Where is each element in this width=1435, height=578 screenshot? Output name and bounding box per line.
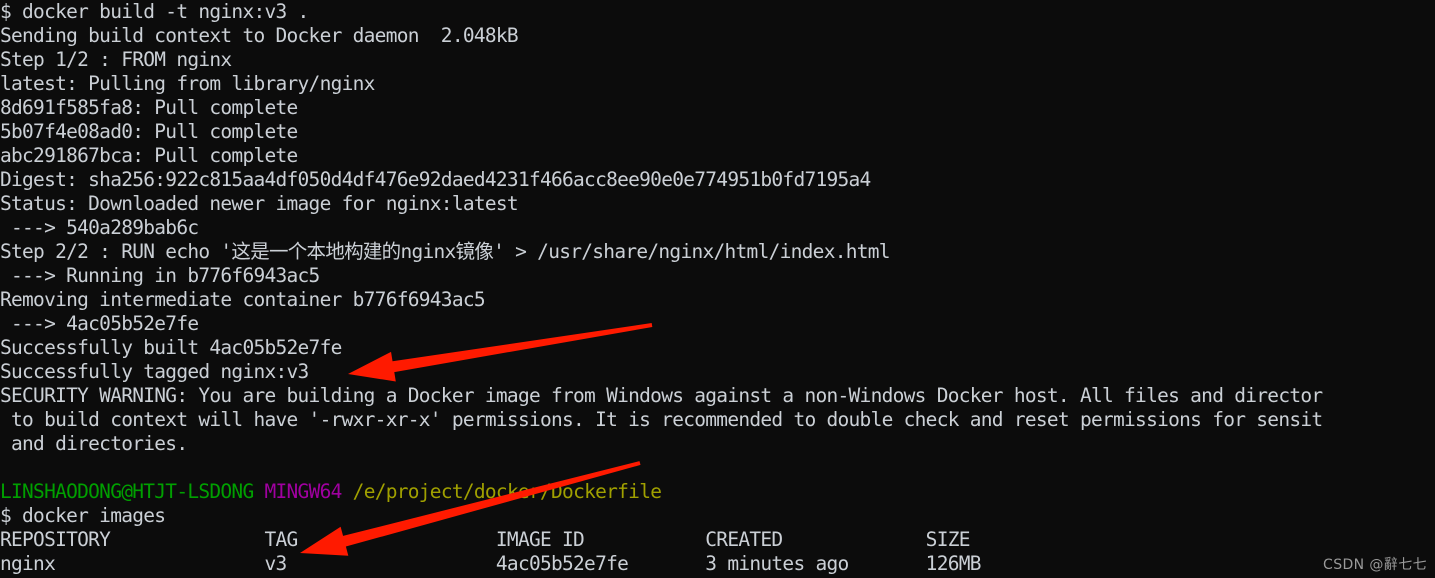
prompt-user-host: LINSHAODONG@HTJT-LSDONG [0,480,254,503]
terminal-line: 8d691f585fa8: Pull complete [0,96,298,119]
images-table-header: REPOSITORY TAG IMAGE ID CREATED SIZE [0,528,970,551]
prompt-shell-name: MINGW64 [264,480,343,503]
terminal-command-docker-images: $ docker images [0,504,166,527]
terminal-line: ---> 4ac05b52e7fe [0,312,199,335]
terminal-line-security-warning: to build context will have '-rwxr-xr-x' … [0,408,1323,431]
terminal-line-step2: Step 2/2 : RUN echo '这是一个本地构建的nginx镜像' >… [0,240,891,263]
terminal-line-built: Successfully built 4ac05b52e7fe [0,336,342,359]
terminal-line: Sending build context to Docker daemon 2… [0,24,519,47]
terminal-line: $ docker build -t nginx:v3 . [0,0,309,23]
terminal-line: latest: Pulling from library/nginx [0,72,375,95]
terminal-line: abc291867bca: Pull complete [0,144,298,167]
terminal-line-digest: Digest: sha256:922c815aa4df050d4df476e92… [0,168,871,191]
images-table-row: nginx v3 4ac05b52e7fe 3 minutes ago 126M… [0,552,982,575]
terminal-line: Removing intermediate container b776f694… [0,288,486,311]
terminal-line: 5b07f4e08ad0: Pull complete [0,120,298,143]
terminal-line: ---> Running in b776f6943ac5 [0,264,320,287]
terminal-line: ---> 540a289bab6c [0,216,199,239]
terminal-output[interactable]: $ docker build -t nginx:v3 . Sending bui… [0,0,1435,576]
terminal-line: Step 1/2 : FROM nginx [0,48,232,71]
terminal-line: Status: Downloaded newer image for nginx… [0,192,519,215]
terminal-window[interactable]: $ docker build -t nginx:v3 . Sending bui… [0,0,1435,578]
csdn-watermark: CSDN @辭七七 [1323,557,1427,573]
terminal-line-security-warning: SECURITY WARNING: You are building a Doc… [0,384,1323,407]
terminal-line-security-warning: and directories. [0,432,188,455]
terminal-prompt-line: LINSHAODONG@HTJT-LSDONG MINGW64 /e/proje… [0,480,1435,504]
terminal-line-tagged: Successfully tagged nginx:v3 [0,360,309,383]
prompt-working-directory: /e/project/docker/Dockerfile [352,480,662,503]
